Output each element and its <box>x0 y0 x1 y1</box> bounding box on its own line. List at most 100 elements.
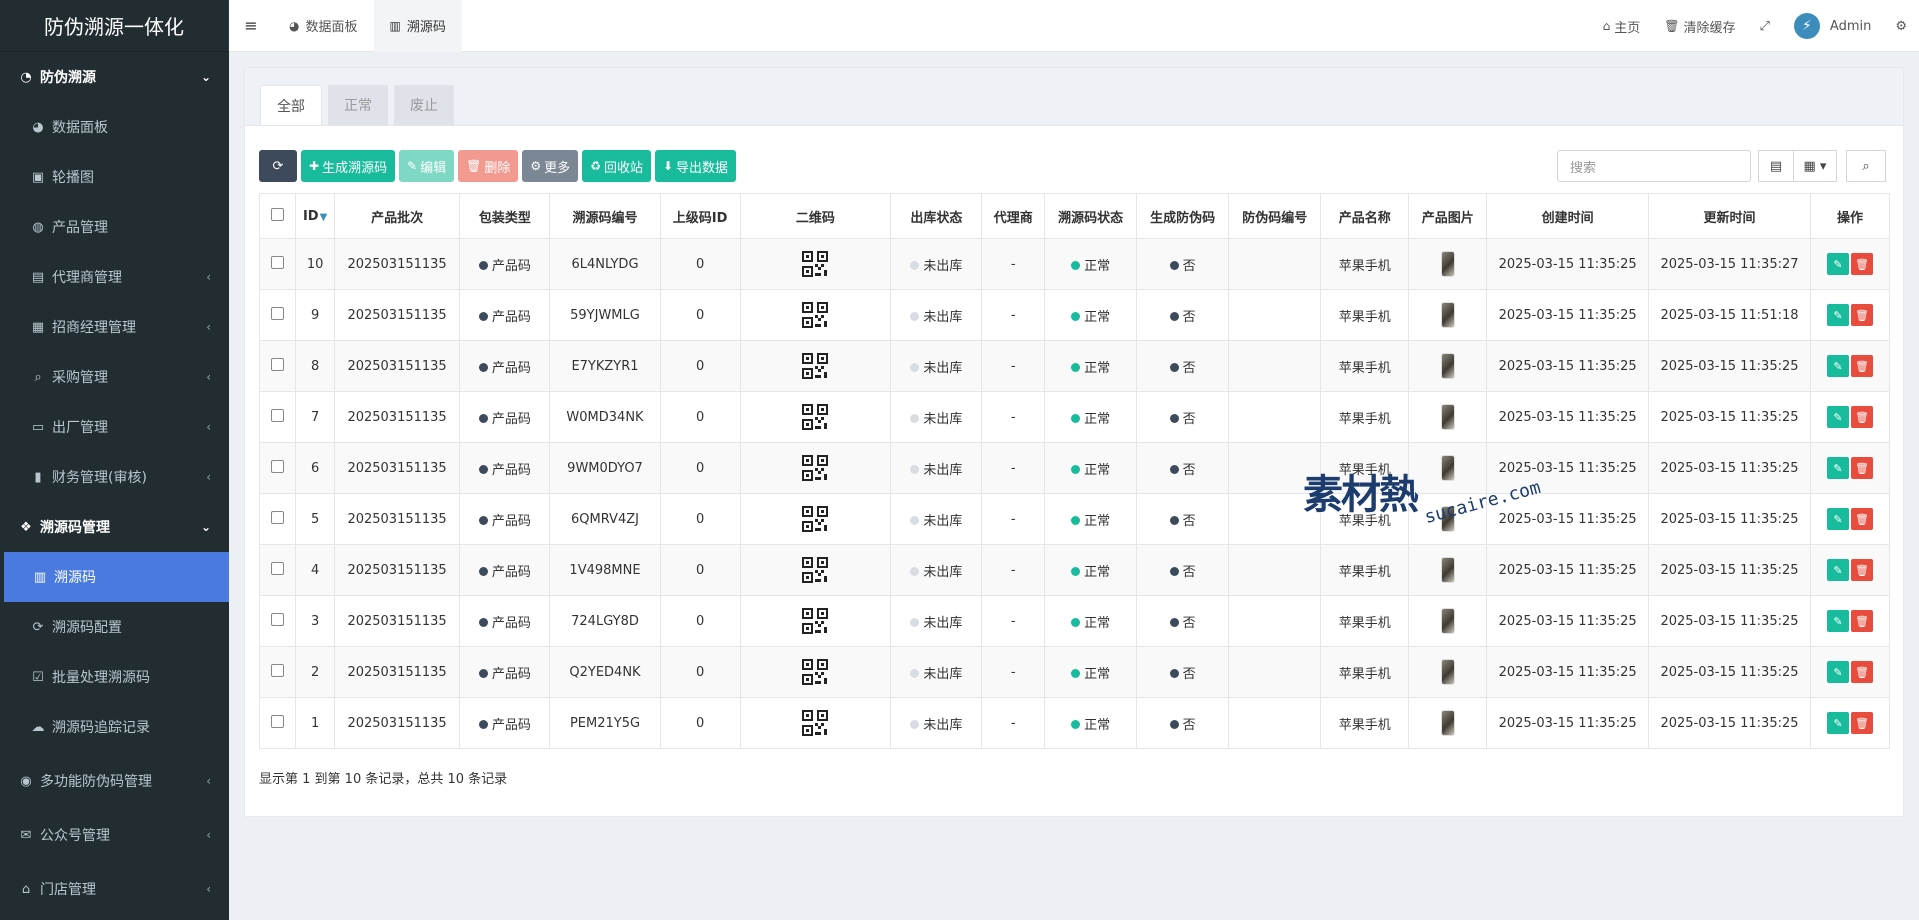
more-button[interactable]: ⚙ 更多 <box>522 150 579 182</box>
cell-image[interactable] <box>1408 595 1488 647</box>
sidebar-item-4[interactable]: ▤ 代理商管理 ‹ <box>0 252 229 302</box>
edit-row-button[interactable]: ✎ <box>1826 406 1849 428</box>
cell-image[interactable] <box>1408 697 1488 749</box>
table-row[interactable]: 3 202503151135 产品码 724LGY8D 0 未出库 - 正常否 苹果手机 2025… <box>258 595 1891 647</box>
cell-image[interactable] <box>1408 544 1488 596</box>
tab-all[interactable]: 全部 <box>260 85 322 125</box>
cell-qr[interactable] <box>739 544 892 596</box>
table-row[interactable]: 7 202503151135 产品码 W0MD34NK 0 未出库 - 正常否 苹果手机 2025… <box>258 391 1891 443</box>
search-input[interactable]: 搜索 <box>1557 150 1751 182</box>
sidebar-item-1[interactable]: ◕ 数据面板 <box>0 102 229 152</box>
table-row[interactable]: 10 202503151135 产品码 6L4NLYDG 0 未出库 - 正常否 苹果手机 202… <box>258 238 1891 290</box>
delete-row-button[interactable]: 🗑 <box>1850 253 1873 275</box>
export-button[interactable]: ⬇ 导出数据 <box>654 150 737 182</box>
fullscreen-icon[interactable]: ⤢ <box>1748 0 1782 52</box>
table-row[interactable]: 8 202503151135 产品码 E7YKZYR1 0 未出库 - 正常否 苹果手机 2025… <box>258 340 1891 392</box>
menu-toggle-icon[interactable]: ≡ <box>229 0 273 52</box>
sidebar-item-6[interactable]: ⌕ 采购管理 ‹ <box>0 352 229 402</box>
sidebar-item-15[interactable]: ✉ 公众号管理 ‹ <box>0 810 229 860</box>
row-checkbox[interactable] <box>258 391 297 443</box>
settings-icon[interactable]: ⚙ <box>1883 0 1919 52</box>
cell-qr[interactable] <box>739 646 892 698</box>
tab-trace-code[interactable]: ▥ 溯源码 <box>373 0 462 52</box>
recycle-bin-button[interactable]: ♻ 回收站 <box>582 150 651 182</box>
sidebar-item-13[interactable]: ☁ 溯源码追踪记录 <box>0 702 229 752</box>
cell-qr[interactable] <box>739 493 892 545</box>
col-id[interactable]: ID▼ <box>295 193 335 239</box>
cell-qr[interactable] <box>739 697 892 749</box>
edit-row-button[interactable]: ✎ <box>1826 355 1849 377</box>
sidebar-item-8[interactable]: ▮ 财务管理(审核) ‹ <box>0 452 229 502</box>
tab-abolished[interactable]: 废止 <box>394 85 454 125</box>
row-checkbox[interactable] <box>258 646 297 698</box>
search-button-icon[interactable]: ⌕ <box>1846 150 1886 182</box>
row-checkbox[interactable] <box>258 238 297 290</box>
sidebar-item-12[interactable]: ☑ 批量处理溯源码 <box>0 652 229 702</box>
delete-row-button[interactable]: 🗑 <box>1850 712 1873 734</box>
cell-image[interactable] <box>1408 442 1488 494</box>
sidebar-item-9[interactable]: ❖ 溯源码管理 ⌄ <box>0 502 229 552</box>
edit-row-button[interactable]: ✎ <box>1826 712 1849 734</box>
table-row[interactable]: 1 202503151135 产品码 PEM21Y5G 0 未出库 - 正常否 苹果手机 2025… <box>258 697 1891 749</box>
home-link[interactable]: ⌂ 主页 <box>1591 0 1653 52</box>
edit-row-button[interactable]: ✎ <box>1826 253 1849 275</box>
sidebar-item-10[interactable]: ▥ 溯源码 <box>4 552 229 602</box>
cell-image[interactable] <box>1408 391 1488 443</box>
cell-qr[interactable] <box>739 340 892 392</box>
delete-row-button[interactable]: 🗑 <box>1850 304 1873 326</box>
row-checkbox[interactable] <box>258 289 297 341</box>
delete-row-button[interactable]: 🗑 <box>1850 610 1873 632</box>
cell-image[interactable] <box>1408 340 1488 392</box>
generate-button[interactable]: ✚ 生成溯源码 <box>301 150 396 182</box>
delete-row-button[interactable]: 🗑 <box>1850 355 1873 377</box>
edit-row-button[interactable]: ✎ <box>1826 661 1849 683</box>
delete-button[interactable]: 🗑 删除 <box>458 150 519 182</box>
sidebar-item-3[interactable]: ◍ 产品管理 <box>0 202 229 252</box>
delete-row-button[interactable]: 🗑 <box>1850 508 1873 530</box>
sidebar-item-5[interactable]: ▦ 招商经理管理 ‹ <box>0 302 229 352</box>
row-checkbox[interactable] <box>258 493 297 545</box>
sidebar-item-0[interactable]: ◔ 防伪溯源 ⌄ <box>0 52 229 102</box>
row-checkbox[interactable] <box>258 544 297 596</box>
cell-qr[interactable] <box>739 289 892 341</box>
edit-row-button[interactable]: ✎ <box>1826 610 1849 632</box>
cell-qr[interactable] <box>739 391 892 443</box>
cell-qr[interactable] <box>739 595 892 647</box>
table-row[interactable]: 6 202503151135 产品码 9WM0DYO7 0 未出库 - 正常否 苹果手机 2025… <box>258 442 1891 494</box>
cell-image[interactable] <box>1408 646 1488 698</box>
clear-cache-button[interactable]: 🗑 清除缓存 <box>1652 0 1747 52</box>
tab-dashboard[interactable]: ◕ 数据面板 <box>273 0 374 52</box>
delete-row-button[interactable]: 🗑 <box>1850 661 1873 683</box>
edit-button[interactable]: ✎ 编辑 <box>399 150 455 182</box>
cell-image[interactable] <box>1408 238 1488 290</box>
sidebar-item-16[interactable]: ⌂ 门店管理 ‹ <box>0 864 229 914</box>
refresh-button[interactable]: ⟳ <box>259 150 297 182</box>
table-row[interactable]: 4 202503151135 产品码 1V498MNE 0 未出库 - 正常否 苹果手机 2025… <box>258 544 1891 596</box>
row-checkbox[interactable] <box>258 697 297 749</box>
edit-row-button[interactable]: ✎ <box>1826 304 1849 326</box>
delete-row-button[interactable]: 🗑 <box>1850 559 1873 581</box>
row-checkbox[interactable] <box>258 595 297 647</box>
sidebar-item-7[interactable]: ▭ 出厂管理 ‹ <box>0 402 229 452</box>
edit-row-button[interactable]: ✎ <box>1826 457 1849 479</box>
sidebar-item-11[interactable]: ⟳ 溯源码配置 <box>0 602 229 652</box>
tab-normal[interactable]: 正常 <box>328 85 388 125</box>
user-menu[interactable]: ⚡ Admin <box>1782 0 1883 52</box>
cell-qr[interactable] <box>739 238 892 290</box>
edit-row-button[interactable]: ✎ <box>1826 559 1849 581</box>
sidebar-item-14[interactable]: ◉ 多功能防伪码管理 ‹ <box>0 756 229 806</box>
app-logo[interactable]: 防伪溯源一体化 <box>0 0 229 52</box>
table-row[interactable]: 2 202503151135 产品码 Q2YED4NK 0 未出库 - 正常否 苹果手机 2025… <box>258 646 1891 698</box>
columns-dropdown-icon[interactable]: ▦ ▾ <box>1793 150 1837 182</box>
sidebar-item-2[interactable]: ▣ 轮播图 <box>0 152 229 202</box>
delete-row-button[interactable]: 🗑 <box>1850 457 1873 479</box>
cell-image[interactable] <box>1408 289 1488 341</box>
delete-row-button[interactable]: 🗑 <box>1850 406 1873 428</box>
row-checkbox[interactable] <box>258 442 297 494</box>
table-row[interactable]: 5 202503151135 产品码 6QMRV4ZJ 0 未出库 - 正常否 苹果手机 2025… <box>258 493 1891 545</box>
cell-qr[interactable] <box>739 442 892 494</box>
toggle-view-icon[interactable]: ▤ <box>1758 150 1794 182</box>
row-checkbox[interactable] <box>258 340 297 392</box>
table-row[interactable]: 9 202503151135 产品码 59YJWMLG 0 未出库 - 正常否 苹果手机 2025… <box>258 289 1891 341</box>
cell-image[interactable] <box>1408 493 1488 545</box>
